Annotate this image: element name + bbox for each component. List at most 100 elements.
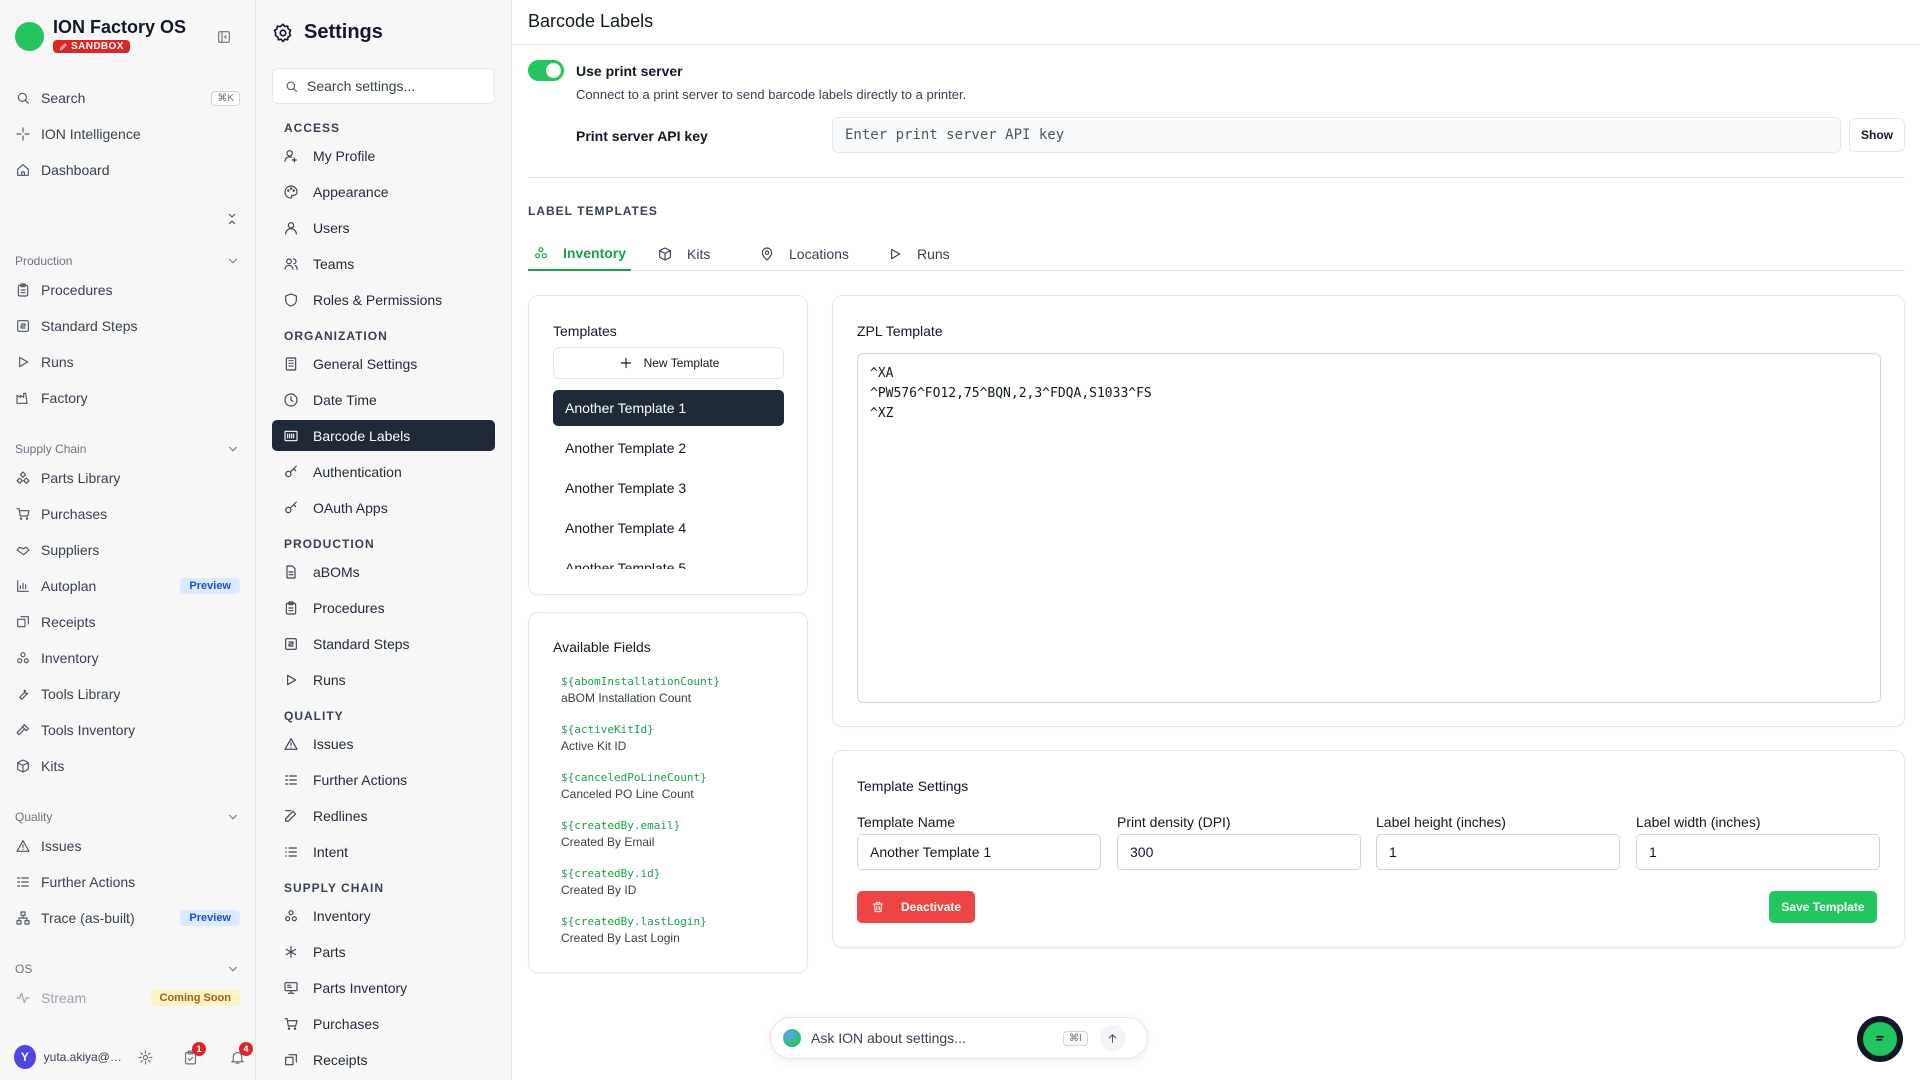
settings-item-purchases[interactable]: Purchases	[272, 1008, 495, 1039]
field-item[interactable]: ${activeKitId} Active Kit ID	[561, 723, 654, 753]
settings-item-oauth-apps[interactable]: OAuth Apps	[272, 492, 495, 523]
template-item-1[interactable]: Another Template 1	[553, 390, 784, 426]
settings-item-teams[interactable]: Teams	[272, 248, 495, 279]
nav-procedures[interactable]: Procedures	[15, 275, 240, 305]
tab-kits[interactable]: Kits	[652, 237, 715, 271]
nav-factory[interactable]: Factory	[15, 383, 240, 413]
ask-ion-send-button[interactable]	[1099, 1025, 1126, 1051]
settings-item-receipts[interactable]: Receipts	[272, 1044, 495, 1075]
tab-locations[interactable]: Locations	[754, 237, 854, 271]
print-density-input[interactable]	[1117, 834, 1361, 870]
template-item-2[interactable]: Another Template 2	[553, 430, 784, 466]
nav-standard-steps[interactable]: Standard Steps	[15, 311, 240, 341]
field-item[interactable]: ${createdBy.email} Created By Email	[561, 819, 680, 849]
settings-item-runs[interactable]: Runs	[272, 664, 495, 695]
brand[interactable]: ION Factory OS SANDBOX	[15, 16, 186, 54]
nav-tools-inventory[interactable]: Tools Inventory	[15, 715, 240, 745]
section-quality[interactable]: Quality	[15, 810, 240, 824]
settings-item-label: Authentication	[313, 463, 402, 480]
show-api-key-button[interactable]: Show	[1849, 118, 1905, 152]
settings-item-parts[interactable]: Parts	[272, 936, 495, 967]
inventory-icon	[17, 652, 29, 664]
nav-suppliers[interactable]: Suppliers	[15, 535, 240, 565]
settings-item-roles-permissions[interactable]: Roles & Permissions	[272, 284, 495, 315]
label-height-input[interactable]	[1376, 834, 1620, 870]
nav-purchases[interactable]: Purchases	[15, 499, 240, 529]
field-item[interactable]: ${createdBy.lastLogin} Created By Last L…	[561, 915, 707, 945]
save-template-button[interactable]: Save Template	[1769, 891, 1877, 923]
template-name-input[interactable]	[857, 834, 1101, 870]
nav-stream[interactable]: Stream Coming Soon	[15, 983, 240, 1013]
template-item-3[interactable]: Another Template 3	[553, 470, 784, 506]
ask-ion-input[interactable]	[811, 1030, 1063, 1046]
nav-further-actions[interactable]: Further Actions	[15, 867, 240, 897]
settings-item-issues[interactable]: Issues	[272, 728, 495, 759]
settings-item-date-time[interactable]: Date Time	[272, 384, 495, 415]
nav-issues[interactable]: Issues	[15, 831, 240, 861]
nav-autoplan[interactable]: Autoplan Preview	[15, 571, 240, 601]
nav-parts-library[interactable]: Parts Library	[15, 463, 240, 493]
user-settings-button[interactable]	[137, 1049, 154, 1066]
settings-item-label: Inventory	[313, 907, 371, 924]
nav-inventory[interactable]: Inventory	[15, 643, 240, 673]
nav-ion-intelligence[interactable]: ION Intelligence	[15, 119, 240, 149]
settings-item-users[interactable]: Users	[272, 212, 495, 243]
section-divider	[528, 177, 1905, 178]
settings-search-input[interactable]: Search settings...	[272, 68, 495, 104]
label-width-input[interactable]	[1636, 834, 1880, 870]
zpl-template-editor[interactable]: ^XA ^PW576^FO12,75^BQN,2,3^FDQA,S1033^FS…	[857, 353, 1881, 703]
settings-item-general-settings[interactable]: General Settings	[272, 348, 495, 379]
box-icon	[659, 247, 671, 261]
nav-dashboard-label: Dashboard	[41, 162, 110, 178]
settings-item-my-profile[interactable]: My Profile	[272, 140, 495, 171]
nav-kits[interactable]: Kits	[15, 751, 240, 781]
settings-item-inventory[interactable]: Inventory	[272, 900, 495, 931]
notifications-count-badge: 4	[239, 1041, 253, 1056]
avatar[interactable]: Y	[14, 1045, 36, 1069]
collapse-all-button[interactable]	[224, 211, 240, 227]
nav-receipts[interactable]: Receipts	[15, 607, 240, 637]
settings-item-further-actions[interactable]: Further Actions	[272, 764, 495, 795]
nav-search[interactable]: Search ⌘K	[15, 83, 240, 113]
nav-runs[interactable]: Runs	[15, 347, 240, 377]
field-item[interactable]: ${createdBy.id} Created By ID	[561, 867, 660, 897]
tab-inventory[interactable]: Inventory	[528, 237, 632, 271]
factory-icon	[16, 392, 28, 404]
api-key-input[interactable]	[832, 117, 1841, 153]
print-server-toggle[interactable]	[528, 60, 564, 81]
template-item-5[interactable]: Another Template 5	[553, 550, 784, 569]
gear-icon	[273, 22, 292, 42]
nav-trace[interactable]: Trace (as-built) Preview	[15, 903, 240, 933]
settings-item-barcode-labels[interactable]: Barcode Labels	[272, 420, 495, 451]
collapse-sidebar-button[interactable]	[216, 29, 232, 45]
settings-item-procedures[interactable]: Procedures	[272, 592, 495, 623]
notifications-button[interactable]: 4	[229, 1041, 253, 1066]
sandbox-badge-label: SANDBOX	[71, 41, 124, 52]
settings-title-text: Settings	[304, 21, 383, 43]
user-name[interactable]: yuta.akiya@fi...	[44, 1050, 123, 1064]
template-item-4[interactable]: Another Template 4	[553, 510, 784, 546]
settings-item-intent[interactable]: Intent	[272, 836, 495, 867]
section-supply-chain[interactable]: Supply Chain	[15, 442, 240, 456]
field-item[interactable]: ${abomInstallationCount} aBOM Installati…	[561, 675, 720, 705]
field-item[interactable]: ${canceledPoLineCount} Canceled PO Line …	[561, 771, 707, 801]
settings-item-authentication[interactable]: Authentication	[272, 456, 495, 487]
templates-list-viewport[interactable]: Templates New Template Another Template …	[529, 296, 807, 569]
tasks-button[interactable]: 1	[182, 1041, 206, 1066]
settings-item-aboms[interactable]: aBOMs	[272, 556, 495, 587]
main-content: Barcode Labels Use print server Connect …	[512, 0, 1920, 1080]
chat-button[interactable]	[1857, 1016, 1903, 1062]
settings-item-parts-inventory[interactable]: Parts Inventory	[272, 972, 495, 1003]
settings-item-redlines[interactable]: Redlines	[272, 800, 495, 831]
ask-ion-bar: ⌘I	[770, 1017, 1148, 1059]
nav-dashboard[interactable]: Dashboard	[15, 155, 240, 185]
deactivate-button[interactable]: Deactivate	[857, 891, 975, 923]
tab-runs[interactable]: Runs	[882, 237, 955, 271]
settings-item-appearance[interactable]: Appearance	[272, 176, 495, 207]
bar-chart-icon	[17, 580, 29, 592]
nav-tools-library[interactable]: Tools Library	[15, 679, 240, 709]
section-production[interactable]: Production	[15, 254, 240, 268]
new-template-button[interactable]: New Template	[553, 347, 784, 379]
settings-item-standard-steps[interactable]: Standard Steps	[272, 628, 495, 659]
section-os[interactable]: OS	[15, 962, 240, 976]
